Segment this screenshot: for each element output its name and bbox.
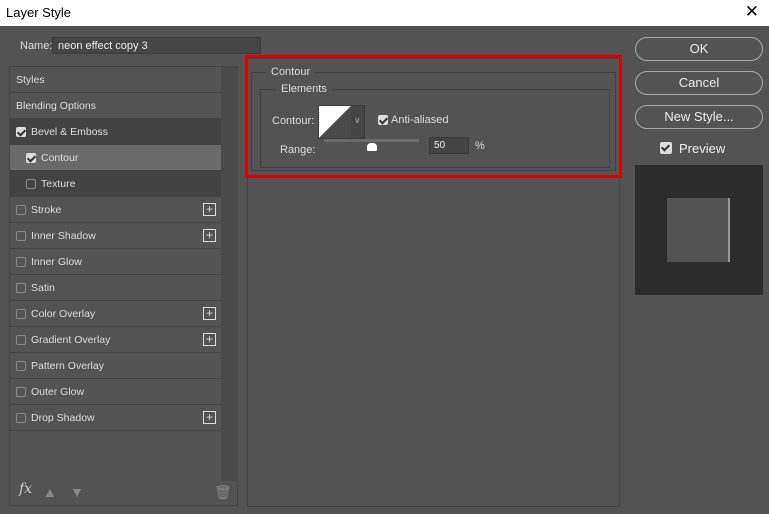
trash-icon[interactable]: 🗑 bbox=[214, 484, 232, 501]
ok-button[interactable]: OK bbox=[635, 37, 763, 61]
add-icon[interactable]: + bbox=[203, 411, 216, 424]
fx-button[interactable]: fx bbox=[19, 481, 32, 497]
sidebar-item-label: Outer Glow bbox=[31, 385, 85, 398]
sidebar-item-satin[interactable]: Satin bbox=[10, 275, 221, 301]
sidebar-item-stroke[interactable]: Stroke + bbox=[10, 197, 221, 223]
checkbox[interactable] bbox=[16, 256, 26, 267]
sidebar-item-inner-glow[interactable]: Inner Glow bbox=[10, 249, 221, 275]
checkbox[interactable] bbox=[16, 204, 26, 215]
name-label: Name: bbox=[20, 40, 53, 52]
sidebar-item-styles[interactable]: Styles bbox=[10, 67, 221, 93]
sidebar-item-label: Blending Options bbox=[16, 99, 96, 112]
add-icon[interactable]: + bbox=[203, 307, 216, 320]
add-icon[interactable]: + bbox=[203, 333, 216, 346]
cancel-button[interactable]: Cancel bbox=[635, 71, 763, 95]
sidebar-item-drop-shadow[interactable]: Drop Shadow + bbox=[10, 405, 221, 431]
sidebar-item-outer-glow[interactable]: Outer Glow bbox=[10, 379, 221, 405]
name-input[interactable] bbox=[52, 37, 261, 54]
sidebar-item-color-overlay[interactable]: Color Overlay + bbox=[10, 301, 221, 327]
checkbox[interactable] bbox=[16, 308, 26, 319]
sidebar-item-label: Pattern Overlay bbox=[31, 359, 104, 372]
window-title: Layer Style bbox=[6, 5, 72, 20]
checkbox[interactable] bbox=[16, 412, 26, 423]
sidebar-item-label: Inner Shadow bbox=[31, 229, 96, 242]
add-icon[interactable]: + bbox=[203, 203, 216, 216]
sidebar-item-pattern-overlay[interactable]: Pattern Overlay bbox=[10, 353, 221, 379]
sidebar-item-contour[interactable]: Contour bbox=[10, 145, 221, 171]
preview-square bbox=[667, 198, 730, 262]
sidebar-item-blending-options[interactable]: Blending Options bbox=[10, 93, 221, 119]
sidebar-item-label: Bevel & Emboss bbox=[31, 125, 109, 138]
sidebar-item-label: Drop Shadow bbox=[31, 411, 95, 424]
checkbox[interactable] bbox=[16, 230, 26, 241]
checkbox[interactable] bbox=[16, 334, 26, 345]
checkbox[interactable] bbox=[16, 282, 26, 293]
sidebar-item-label: Color Overlay bbox=[31, 307, 96, 320]
checkbox[interactable] bbox=[26, 178, 36, 189]
move-down-icon[interactable]: ▼ bbox=[70, 484, 84, 500]
sidebar-item-label: Inner Glow bbox=[31, 255, 82, 268]
sidebar-item-label: Texture bbox=[41, 177, 76, 190]
new-style-button[interactable]: New Style... bbox=[635, 105, 763, 129]
title-bar: Layer Style ✕ bbox=[0, 0, 769, 26]
sidebar-item-inner-shadow[interactable]: Inner Shadow + bbox=[10, 223, 221, 249]
preview-checkbox[interactable] bbox=[660, 142, 672, 154]
checkbox[interactable] bbox=[16, 360, 26, 371]
highlight-box bbox=[245, 55, 622, 178]
styles-list: Styles Blending Options Bevel & Emboss Cont… bbox=[9, 66, 238, 506]
scrollbar[interactable] bbox=[221, 67, 238, 481]
close-icon[interactable]: ✕ bbox=[745, 2, 759, 22]
sidebar-item-label: Styles bbox=[16, 73, 45, 86]
preview-label: Preview bbox=[679, 141, 726, 156]
sidebar-item-texture[interactable]: Texture bbox=[10, 171, 221, 197]
sidebar-item-label: Satin bbox=[31, 281, 55, 294]
sidebar-item-bevel-emboss[interactable]: Bevel & Emboss bbox=[10, 119, 221, 145]
sidebar-item-label: Stroke bbox=[31, 203, 62, 216]
move-up-icon[interactable]: ▲ bbox=[43, 484, 57, 500]
sidebar-item-label: Gradient Overlay bbox=[31, 333, 111, 346]
add-icon[interactable]: + bbox=[203, 229, 216, 242]
sidebar-item-gradient-overlay[interactable]: Gradient Overlay + bbox=[10, 327, 221, 353]
sidebar-item-label: Contour bbox=[41, 151, 79, 164]
checkbox[interactable] bbox=[26, 152, 36, 163]
checkbox[interactable] bbox=[16, 386, 26, 397]
preview-thumbnail bbox=[635, 165, 763, 295]
checkbox[interactable] bbox=[16, 126, 26, 137]
